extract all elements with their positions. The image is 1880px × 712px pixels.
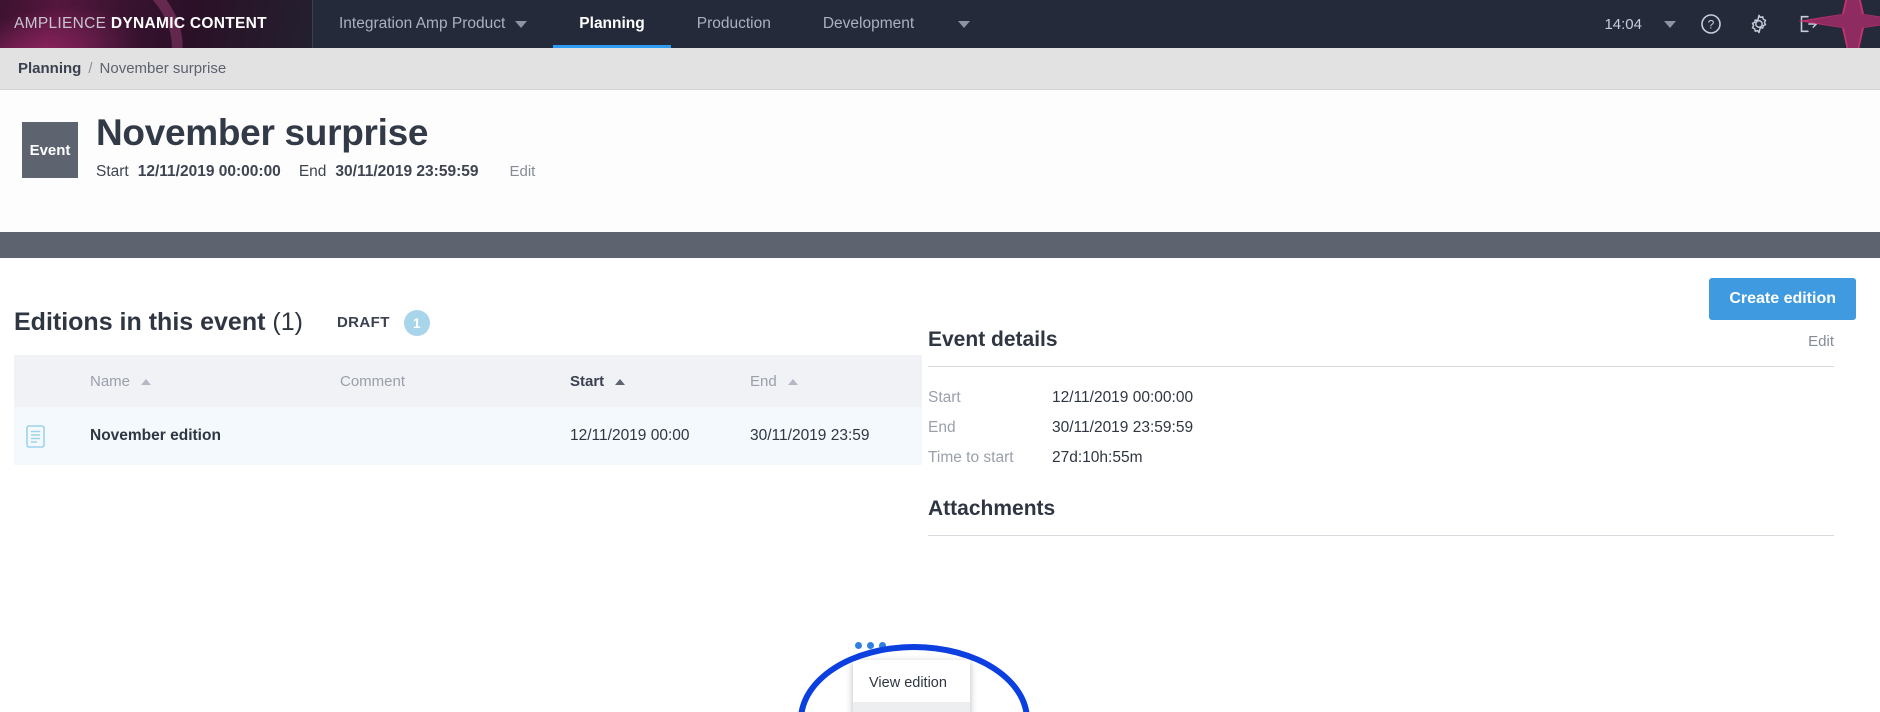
detail-value: 30/11/2019 23:59:59	[1052, 419, 1194, 436]
sort-ascending-icon	[141, 378, 152, 385]
column-header-start[interactable]: Start	[558, 355, 738, 407]
nav-item-label: Production	[696, 15, 771, 32]
breadcrumb-link-planning[interactable]: Planning	[18, 60, 81, 77]
detail-row-time-to-start: Time to start 27d:10h:55m	[928, 449, 1834, 479]
editions-section-title: Editions in this event (1)	[14, 308, 303, 337]
row-start: 12/11/2019 00:00	[570, 427, 690, 444]
brand-name-amplience: AMPLIENCE	[14, 15, 107, 32]
table-row[interactable]: November edition 12/11/2019 00:00 30/11/…	[14, 407, 922, 465]
topbar-right-controls: 14:04 ?	[1604, 0, 1880, 48]
editions-title-text: Editions in this event	[14, 308, 266, 336]
page-title: November surprise	[96, 112, 429, 153]
top-navigation-bar: AMPLIENCE DYNAMIC CONTENT Integration Am…	[0, 0, 1880, 48]
kebab-dot	[855, 642, 862, 649]
detail-row-start: Start 12/11/2019 00:00:00	[928, 389, 1834, 419]
event-details-title: Event details	[928, 328, 1058, 351]
divider	[928, 535, 1834, 536]
detail-key: Start	[928, 389, 961, 406]
column-header-comment[interactable]: Comment	[328, 355, 558, 407]
event-schedule-summary: Start 12/11/2019 00:00:00 End 30/11/2019…	[96, 163, 535, 181]
svg-text:?: ?	[1708, 18, 1715, 32]
column-header-label: Comment	[340, 372, 406, 390]
nav-item-label: Integration Amp Product	[339, 15, 506, 32]
nav-item-development[interactable]: Development	[797, 0, 996, 48]
kebab-menu-icon[interactable]	[855, 642, 886, 649]
end-label: End	[298, 162, 327, 180]
brand-logo-text: AMPLIENCE DYNAMIC CONTENT	[14, 15, 267, 33]
gear-icon[interactable]	[1746, 11, 1772, 37]
detail-key: Time to start	[928, 449, 1014, 466]
draft-status-group[interactable]: DRAFT 1	[336, 309, 430, 336]
draft-count-badge: 1	[403, 309, 430, 336]
column-header-end[interactable]: End	[738, 355, 922, 407]
start-label: Start	[96, 162, 129, 180]
editions-table: Name Comment Start End November edition …	[14, 355, 922, 465]
menu-item-copy-edition[interactable]: Copy edition	[853, 702, 970, 712]
detail-value: 27d:10h:55m	[1052, 449, 1143, 466]
clock-time: 14:04	[1604, 15, 1642, 33]
create-edition-button[interactable]: Create edition	[1709, 278, 1856, 320]
event-details-pane: Create edition Event details Edit Start …	[928, 258, 1880, 712]
nav-item-integration-amp-product[interactable]: Integration Amp Product	[313, 0, 553, 48]
column-header-label: Start	[570, 372, 605, 390]
attachments-title: Attachments	[928, 497, 1056, 520]
start-value: 12/11/2019 00:00:00	[137, 162, 281, 180]
create-edition-row: Create edition	[928, 258, 1880, 320]
edit-event-details-link[interactable]: Edit	[1808, 333, 1834, 350]
menu-item-view-edition[interactable]: View edition	[853, 664, 970, 702]
detail-value: 12/11/2019 00:00:00	[1052, 389, 1194, 406]
page-header-text: November surprise Start 12/11/2019 00:00…	[96, 112, 535, 181]
editions-section-header: Editions in this event (1) DRAFT 1	[0, 258, 928, 337]
document-icon	[26, 424, 45, 448]
page-header: Event November surprise Start 12/11/2019…	[0, 90, 1880, 232]
edit-schedule-link[interactable]: Edit	[509, 163, 535, 180]
brand-logo[interactable]: AMPLIENCE DYNAMIC CONTENT	[0, 0, 312, 48]
section-separator-bar	[0, 232, 1880, 258]
row-comment	[328, 407, 558, 465]
column-header-label: End	[750, 372, 777, 390]
end-value: 30/11/2019 23:59:59	[335, 162, 479, 180]
column-header-icon	[14, 355, 78, 407]
sort-ascending-icon	[615, 378, 626, 385]
event-type-badge: Event	[22, 122, 78, 178]
event-details-rows: Start 12/11/2019 00:00:00 End 30/11/2019…	[928, 367, 1834, 479]
detail-key: End	[928, 419, 956, 436]
chevron-down-icon	[958, 20, 971, 28]
row-end: 30/11/2019 23:59	[750, 427, 870, 444]
sort-ascending-icon	[787, 378, 798, 385]
nav-item-label: Development	[822, 15, 915, 32]
row-icon-cell	[14, 407, 78, 465]
kebab-dot	[867, 642, 874, 649]
chevron-down-icon	[515, 20, 528, 28]
editions-pane: Editions in this event (1) DRAFT 1 Name	[0, 258, 970, 712]
draft-label: DRAFT	[336, 314, 390, 331]
detail-row-end: End 30/11/2019 23:59:59	[928, 419, 1834, 449]
logout-icon[interactable]	[1794, 11, 1820, 37]
nav-item-production[interactable]: Production	[671, 0, 797, 48]
main-content: Editions in this event (1) DRAFT 1 Name	[0, 258, 1880, 712]
breadcrumb-current: November surprise	[99, 60, 227, 77]
edition-context-menu: View edition Copy edition Delete edition	[853, 660, 970, 712]
breadcrumb-separator: /	[88, 60, 93, 77]
column-header-name[interactable]: Name	[78, 355, 328, 407]
breadcrumb: Planning / November surprise	[0, 48, 1880, 90]
row-name: November edition	[90, 427, 221, 444]
question-circle-icon[interactable]: ?	[1698, 11, 1724, 37]
column-header-label: Name	[90, 372, 131, 390]
editions-count: (1)	[272, 308, 303, 336]
brand-name-dynamic-content: DYNAMIC CONTENT	[110, 15, 267, 32]
chevron-down-icon[interactable]	[1664, 20, 1676, 28]
event-details-header: Event details Edit	[928, 328, 1834, 366]
kebab-dot	[879, 642, 886, 649]
nav-item-label: Planning	[579, 15, 645, 32]
table-header-row: Name Comment Start End	[14, 355, 922, 407]
nav-item-planning[interactable]: Planning	[553, 0, 670, 48]
nav-items: Integration Amp Product Planning Product…	[313, 0, 996, 48]
